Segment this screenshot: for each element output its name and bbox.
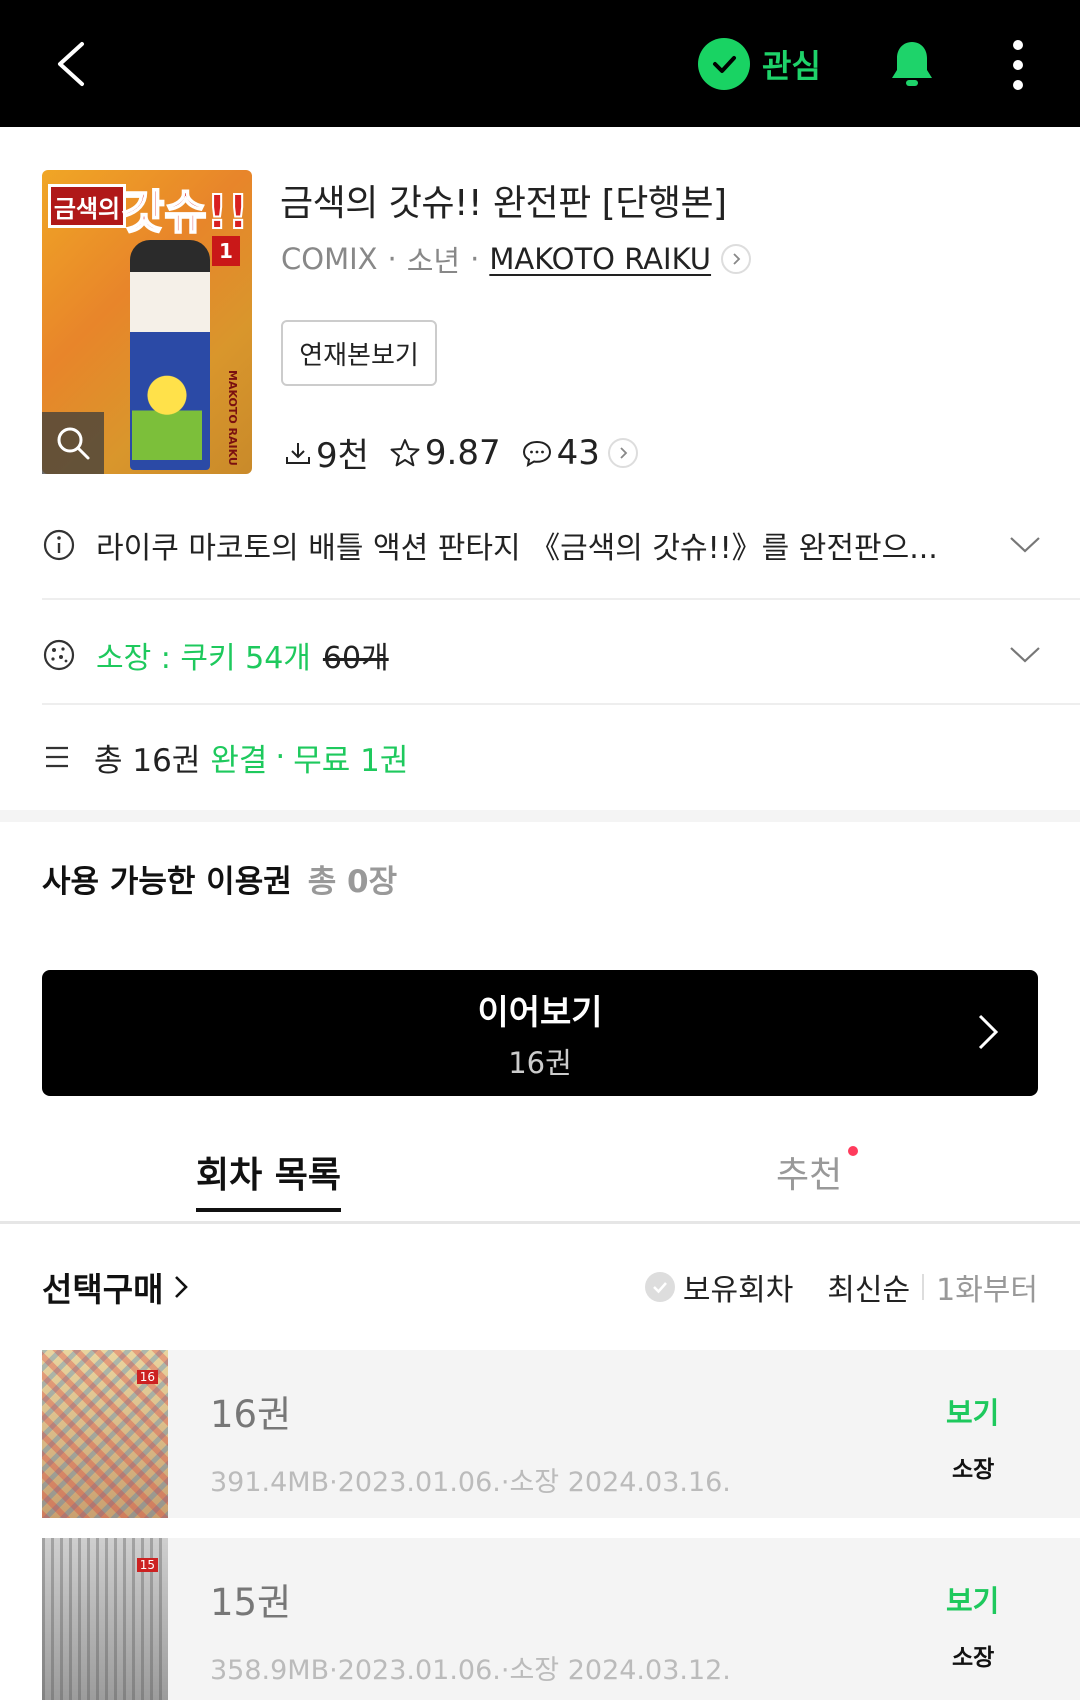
continue-reading-button[interactable]: 이어보기 16권 <box>42 970 1038 1096</box>
coupons-count: 총 0장 <box>307 864 398 900</box>
owned-filter-label: 보유회차 <box>682 1273 794 1308</box>
comments-stat[interactable]: 43 <box>521 433 600 473</box>
cookie-icon <box>43 639 75 671</box>
completion-status: 완결 <box>210 742 268 779</box>
thumbnail-volume-number: 15 <box>136 1558 158 1572</box>
free-volumes: 무료 1권 <box>293 742 409 779</box>
section-divider <box>0 810 1080 822</box>
rating-stat: 9.87 <box>389 433 501 473</box>
divider <box>922 1274 925 1300</box>
select-purchase-label: 선택구매 <box>42 1270 164 1309</box>
episode-info: 358.9MB·2023.01.06.·소장 2024.03.12. <box>210 1655 731 1686</box>
episode-list-header: 선택구매 보유회차 최신순 1화부터 <box>42 1262 1038 1312</box>
tab-recommend[interactable]: 추천 <box>776 1146 842 1198</box>
cover-subtitle: 금색의 <box>48 184 126 228</box>
episode-title: 16권 <box>210 1393 292 1436</box>
cover-character-small <box>132 370 202 460</box>
description-text: 라이쿠 마코토의 배틀 액션 판타지 《금색의 갓슈!!》를 완전판으... <box>96 531 938 566</box>
episode-thumbnail: 16 <box>42 1350 168 1518</box>
original-price: 60개 <box>322 641 389 676</box>
sort-from-first-button[interactable]: 1화부터 <box>936 1265 1038 1309</box>
cover-title: 갓슈!! <box>121 184 250 240</box>
chevron-right-icon[interactable] <box>607 437 638 468</box>
ownership-price: 소장 : 쿠키 54개 <box>96 641 311 676</box>
category-label: COMIX <box>281 242 378 276</box>
back-button[interactable] <box>48 36 98 92</box>
serial-view-button[interactable]: 연재본보기 <box>281 320 437 386</box>
sort-newest-button[interactable]: 최신순 <box>827 1265 910 1309</box>
new-badge-dot <box>848 1146 858 1156</box>
owned-label: 소장 <box>952 1457 995 1483</box>
more-dot <box>1013 80 1023 90</box>
list-icon <box>46 746 68 768</box>
comment-icon <box>522 440 551 467</box>
check-icon <box>698 38 750 90</box>
view-button[interactable]: 보기 <box>946 1390 999 1432</box>
back-arrow-icon <box>58 42 84 86</box>
episode-thumbnail: 15 <box>42 1538 168 1700</box>
chevron-down-icon[interactable] <box>1008 535 1042 555</box>
more-dot <box>1013 60 1023 70</box>
select-purchase-button[interactable]: 선택구매 <box>42 1263 189 1311</box>
episode-title: 15권 <box>210 1581 292 1624</box>
episode-info: 391.4MB·2023.01.06.·소장 2024.03.16. <box>210 1467 731 1498</box>
coupons-section: 사용 가능한 이용권 총 0장 <box>42 856 397 901</box>
top-bar: 관심 <box>0 0 1080 127</box>
download-icon <box>286 442 310 464</box>
total-volumes: 총 16권 <box>94 742 201 779</box>
separator: · <box>387 242 397 276</box>
book-title: 금색의 갓슈!! 완전판 [단행본] <box>280 183 727 224</box>
episode-row[interactable]: 16 16권 391.4MB·2023.01.06.·소장 2024.03.16… <box>42 1350 1080 1518</box>
continue-label: 이어보기 <box>477 992 603 1033</box>
more-dot <box>1013 40 1023 50</box>
total-volumes-row: 총 16권 완결 · 무료 1권 <box>42 722 1080 792</box>
bell-icon <box>892 42 932 86</box>
comments-count: 43 <box>556 432 600 473</box>
star-icon <box>390 438 420 466</box>
divider <box>42 598 1080 600</box>
cover-volume-number: 1 <box>212 236 240 266</box>
owned-filter-toggle[interactable]: 보유회차 <box>644 1265 794 1309</box>
rating-value: 9.87 <box>424 432 501 473</box>
book-meta: COMIX · 소년 · MAKOTO RAIKU <box>281 238 752 280</box>
genre-label: 소년 <box>406 244 461 278</box>
episode-row[interactable]: 15 15권 358.9MB·2023.01.06.·소장 2024.03.12… <box>42 1538 1080 1700</box>
description-row[interactable]: 라이쿠 마코토의 배틀 액션 판타지 《금색의 갓슈!!》를 완전판으... <box>42 510 1080 580</box>
view-button[interactable]: 보기 <box>946 1578 999 1620</box>
chevron-right-icon <box>978 1014 999 1050</box>
check-circle-icon <box>644 1272 675 1302</box>
owned-label: 소장 <box>952 1645 995 1671</box>
ownership-row[interactable]: 소장 : 쿠키 54개 60개 <box>42 620 1080 690</box>
continue-volume: 16권 <box>508 1045 572 1080</box>
separator: · <box>470 242 480 276</box>
thumbnail-volume-number: 16 <box>136 1370 158 1384</box>
favorite-button[interactable]: 관심 <box>698 38 821 90</box>
chevron-right-icon <box>175 1276 189 1298</box>
notification-button[interactable] <box>884 36 940 92</box>
separator: · <box>275 739 286 775</box>
tab-bar: 회차 목록 추천 <box>0 1132 1080 1224</box>
info-icon <box>43 529 75 561</box>
favorite-label: 관심 <box>762 47 821 85</box>
cover-author: MAKOTO RAIKU <box>226 370 239 466</box>
author-link[interactable]: MAKOTO RAIKU <box>489 242 711 276</box>
list-filters: 보유회차 최신순 1화부터 <box>644 1265 1038 1309</box>
cover-zoom-button[interactable] <box>42 412 104 474</box>
more-options-button[interactable] <box>1000 40 1036 90</box>
search-icon <box>57 427 90 460</box>
chevron-down-icon[interactable] <box>1008 645 1042 665</box>
divider <box>42 703 1080 705</box>
downloads-stat: 9천 <box>284 428 369 477</box>
coupons-label: 사용 가능한 이용권 <box>42 864 292 900</box>
downloads-count: 9천 <box>316 436 369 476</box>
book-stats: 9천 9.87 43 <box>284 428 638 477</box>
chevron-right-icon[interactable] <box>721 244 752 274</box>
tab-episode-list[interactable]: 회차 목록 <box>196 1146 342 1212</box>
